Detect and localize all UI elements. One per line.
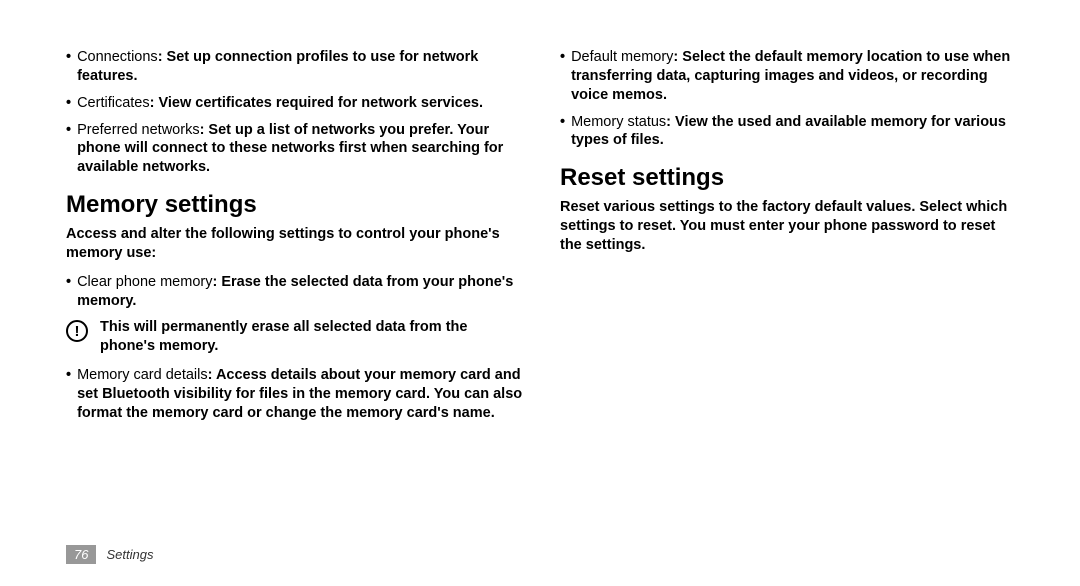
footer-section-label: Settings xyxy=(106,547,153,562)
heading-reset-settings: Reset settings xyxy=(560,164,1018,192)
item-label: Default memory xyxy=(571,49,673,65)
bullet-icon: • xyxy=(66,48,71,86)
item-label: Certificates xyxy=(77,95,150,111)
list-item: • Memory status: View the used and avail… xyxy=(560,113,1018,151)
item-label: Memory status xyxy=(571,114,666,130)
page-columns: • Connections: Set up connection profile… xyxy=(66,48,1018,431)
item-label: Clear phone memory xyxy=(77,274,212,290)
bullet-icon: • xyxy=(560,113,565,151)
heading-memory-settings: Memory settings xyxy=(66,191,524,219)
page-footer: 76 Settings xyxy=(66,545,153,564)
bullet-icon: • xyxy=(66,366,71,423)
bullet-icon: • xyxy=(560,48,565,105)
item-label: Preferred networks xyxy=(77,122,200,138)
item-label: Connections xyxy=(77,49,158,65)
list-item: • Certificates: View certificates requir… xyxy=(66,94,524,113)
list-item: • Clear phone memory: Erase the selected… xyxy=(66,273,524,311)
bullet-icon: • xyxy=(66,94,71,113)
warning-icon: ! xyxy=(66,320,88,342)
warning-text: This will permanently erase all selected… xyxy=(100,318,524,356)
item-label: Memory card details xyxy=(77,367,208,383)
section-intro: Access and alter the following settings … xyxy=(66,225,524,263)
bullet-icon: • xyxy=(66,273,71,311)
list-item: • Preferred networks: Set up a list of n… xyxy=(66,121,524,178)
bullet-icon: • xyxy=(66,121,71,178)
page-number: 76 xyxy=(66,545,96,564)
list-item: • Connections: Set up connection profile… xyxy=(66,48,524,86)
right-column: • Default memory: Select the default mem… xyxy=(560,48,1018,431)
list-item: • Memory card details: Access details ab… xyxy=(66,366,524,423)
left-column: • Connections: Set up connection profile… xyxy=(66,48,524,431)
section-intro: Reset various settings to the factory de… xyxy=(560,198,1018,255)
list-item: • Default memory: Select the default mem… xyxy=(560,48,1018,105)
warning-row: ! This will permanently erase all select… xyxy=(66,318,524,356)
item-desc: : View certificates required for network… xyxy=(150,95,483,111)
